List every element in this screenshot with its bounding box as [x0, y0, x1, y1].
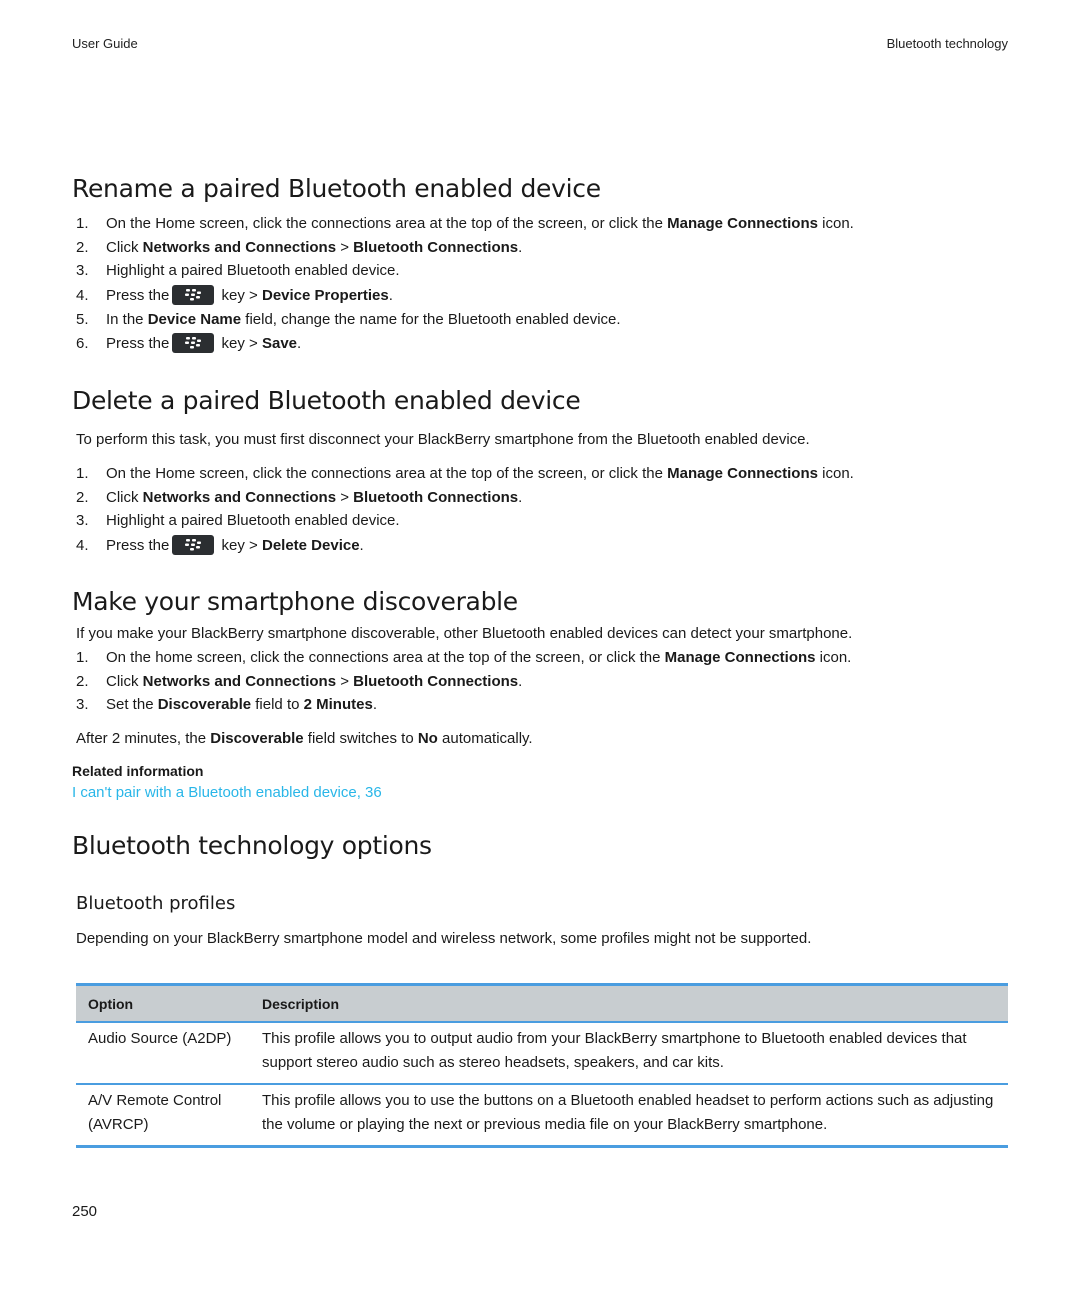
emphasis: Device Name: [147, 310, 242, 328]
list-item: 6. Press the key > Save.: [72, 331, 854, 356]
rename-steps-list: 1. On the Home screen, click the connecti…: [72, 212, 854, 356]
related-information-heading: Related information: [72, 763, 204, 779]
step-number: 4.: [76, 286, 89, 304]
section-title-rename: Rename a paired Bluetooth enabled device: [72, 174, 601, 203]
step-number: 4.: [76, 536, 89, 554]
emphasis: Manage Connections: [667, 215, 818, 232]
emphasis: Discoverable: [157, 696, 252, 713]
list-item: 2. Click Networks and Connections > Bluet…: [72, 236, 854, 260]
emphasis: Device Properties: [261, 286, 389, 304]
table-header-row: Option Description: [76, 984, 1008, 1022]
section-title-options: Bluetooth technology options: [72, 831, 432, 860]
list-item: 3. Set the Discoverable field to 2 Minute…: [72, 693, 851, 717]
emphasis: Discoverable: [210, 730, 304, 747]
step-number: 5.: [76, 310, 89, 328]
emphasis: Save: [261, 335, 298, 352]
list-item: 4. Press the key > Delete Device.: [72, 533, 854, 558]
blackberry-menu-key-icon: [172, 333, 215, 354]
emphasis: 2 Minutes: [303, 696, 373, 713]
emphasis: No: [417, 730, 438, 747]
step-number: 3.: [76, 512, 89, 529]
running-header-right: Bluetooth technology: [886, 36, 1008, 51]
profiles-table: Option Description Audio Source (A2DP) T…: [76, 983, 1008, 1148]
option-cell: Audio Source (A2DP): [88, 1030, 232, 1047]
step-number: 3.: [76, 262, 89, 279]
option-cell: A/V Remote Control (AVRCP): [88, 1092, 222, 1133]
list-item: 3. Highlight a paired Bluetooth enabled d…: [72, 259, 854, 283]
step-number: 1.: [76, 649, 89, 666]
discoverable-after: After 2 minutes, the Discoverable field …: [76, 730, 533, 747]
emphasis: Bluetooth Connections: [353, 672, 519, 690]
blackberry-menu-key-icon: [172, 534, 215, 555]
list-item: 2. Click Networks and Connections > Bluet…: [72, 486, 854, 510]
related-link[interactable]: I can't pair with a Bluetooth enabled de…: [72, 784, 382, 801]
step-number: 1.: [76, 465, 89, 482]
discoverable-intro: If you make your BlackBerry smartphone d…: [76, 625, 853, 642]
step-number: 2.: [76, 488, 89, 506]
list-item: 4. Press the key > Device Properties.: [72, 283, 854, 308]
emphasis: Networks and Connections: [142, 672, 337, 690]
blackberry-menu-key-icon: [172, 284, 215, 305]
delete-intro: To perform this task, you must first dis…: [76, 431, 810, 448]
step-number: 1.: [76, 215, 89, 232]
emphasis: Bluetooth Connections: [353, 488, 519, 506]
running-header-left: User Guide: [72, 36, 138, 51]
subsection-title-profiles: Bluetooth profiles: [76, 893, 236, 914]
step-number: 6.: [76, 335, 89, 352]
section-title-delete: Delete a paired Bluetooth enabled device: [72, 386, 581, 415]
description-cell: This profile allows you to output audio …: [262, 1030, 967, 1071]
table-row: Audio Source (A2DP) This profile allows …: [76, 1022, 1008, 1084]
table-row: A/V Remote Control (AVRCP) This profile …: [76, 1084, 1008, 1147]
list-item: 5. In the Device Name field, change the n…: [72, 308, 854, 332]
emphasis: Bluetooth Connections: [353, 238, 519, 256]
description-cell: This profile allows you to use the butto…: [262, 1092, 994, 1133]
emphasis: Manage Connections: [664, 649, 816, 666]
delete-steps-list: 1. On the Home screen, click the connecti…: [72, 462, 854, 558]
column-header-description: Description: [262, 995, 340, 1012]
page-number: 250: [72, 1203, 98, 1220]
step-number: 3.: [76, 696, 89, 713]
section-title-discoverable: Make your smartphone discoverable: [72, 587, 518, 616]
list-item: 2. Click Networks and Connections > Bluet…: [72, 670, 851, 694]
column-header-option: Option: [88, 995, 134, 1012]
discoverable-steps-list: 1. On the home screen, click the connecti…: [72, 646, 851, 717]
emphasis: Networks and Connections: [142, 238, 337, 256]
list-item: 1. On the Home screen, click the connecti…: [72, 212, 854, 236]
emphasis: Manage Connections: [667, 465, 818, 482]
list-item: 1. On the Home screen, click the connecti…: [72, 462, 854, 486]
list-item: 1. On the home screen, click the connecti…: [72, 646, 851, 670]
step-number: 2.: [76, 672, 89, 690]
step-number: 2.: [76, 238, 89, 256]
profiles-intro: Depending on your BlackBerry smartphone …: [76, 930, 812, 947]
emphasis: Networks and Connections: [142, 488, 337, 506]
list-item: 3. Highlight a paired Bluetooth enabled d…: [72, 509, 854, 533]
emphasis: Delete Device: [261, 536, 360, 554]
